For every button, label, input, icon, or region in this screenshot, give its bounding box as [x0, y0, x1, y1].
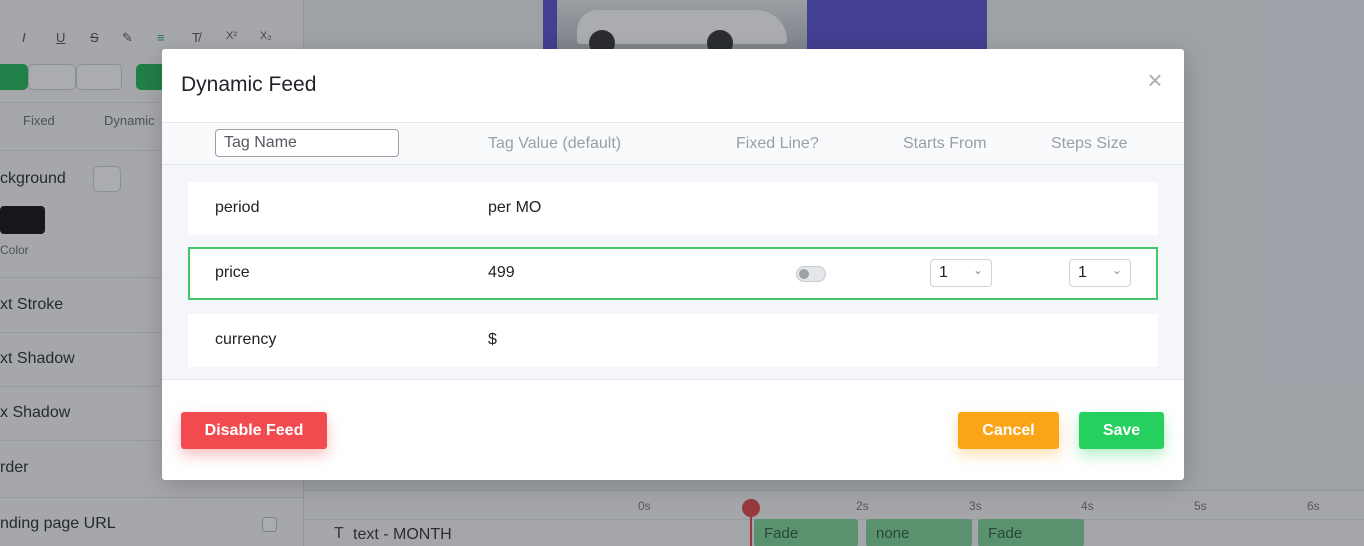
steps-size-select[interactable]: 1 ⌄: [1069, 259, 1131, 287]
tag-value: per MO: [488, 199, 542, 216]
cancel-button[interactable]: Cancel: [958, 412, 1059, 449]
tag-name: currency: [215, 331, 277, 348]
dynamic-feed-modal: Dynamic Feed × Tag Value (default) Fixed…: [162, 49, 1184, 480]
save-button[interactable]: Save: [1079, 412, 1164, 449]
fixed-line-toggle[interactable]: [796, 266, 826, 282]
chevron-down-icon: ⌄: [1111, 263, 1122, 277]
header-starts-from: Starts From: [903, 135, 987, 152]
starts-from-value: 1: [939, 264, 948, 281]
table-row[interactable]: currency $: [188, 314, 1158, 367]
table-header: Tag Value (default) Fixed Line? Starts F…: [162, 123, 1184, 165]
header-tag-value: Tag Value (default): [488, 135, 622, 152]
table-row[interactable]: period per MO: [188, 182, 1158, 235]
disable-feed-button[interactable]: Disable Feed: [181, 412, 327, 449]
tag-value: $: [488, 331, 497, 348]
chevron-down-icon: ⌄: [972, 263, 983, 277]
close-icon[interactable]: ×: [1142, 67, 1168, 93]
tag-name: period: [215, 199, 260, 216]
tag-value: 499: [488, 264, 515, 281]
feed-table: Tag Value (default) Fixed Line? Starts F…: [162, 122, 1184, 380]
tag-name-input[interactable]: [215, 129, 399, 157]
modal-title: Dynamic Feed: [181, 73, 317, 96]
table-row-selected[interactable]: price 499 1 ⌄ 1 ⌄: [188, 247, 1158, 300]
tag-name: price: [215, 264, 250, 281]
header-steps-size: Steps Size: [1051, 135, 1128, 152]
starts-from-select[interactable]: 1 ⌄: [930, 259, 992, 287]
header-fixed-line: Fixed Line?: [736, 135, 819, 152]
steps-size-value: 1: [1078, 264, 1087, 281]
